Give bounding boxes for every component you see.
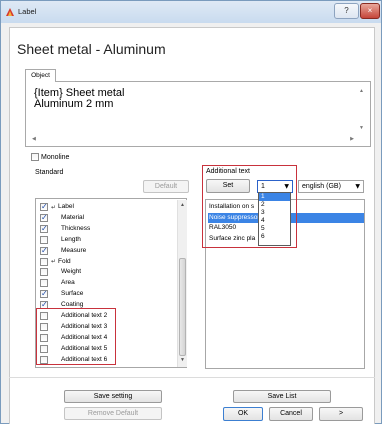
object-text-box[interactable]: {Item} Sheet metal Aluminum 2 mm ▲ ▼ ◀ ▶ <box>25 81 371 147</box>
monoline-label: Monoline <box>41 153 70 161</box>
cancel-button[interactable]: Cancel <box>269 407 313 421</box>
standard-item-label: Measure <box>61 246 87 254</box>
standard-item[interactable]: ↵ Fold <box>40 257 71 267</box>
app-icon <box>6 8 14 16</box>
line-break-icon: ↵ <box>51 203 57 211</box>
tab-object[interactable]: Object <box>25 69 56 82</box>
title-bar[interactable]: Label ? × <box>1 1 381 23</box>
standard-item-label: Area <box>61 279 75 287</box>
item-checkbox[interactable] <box>40 224 48 234</box>
item-checkbox[interactable] <box>40 289 48 299</box>
annotation-box-additional-texts <box>36 308 116 365</box>
standard-item[interactable]: Thickness <box>40 224 90 234</box>
scroll-right-icon[interactable]: ▶ <box>350 136 354 142</box>
close-button[interactable]: × <box>360 3 380 19</box>
label-dialog: Label ? × Sheet metal - Aluminum Object … <box>0 0 382 424</box>
window-title: Label <box>18 7 37 16</box>
text-number-dropdown[interactable]: 123456 <box>258 192 291 246</box>
standard-item[interactable]: Surface <box>40 289 83 299</box>
dropdown-option[interactable]: 2 <box>259 201 290 209</box>
standard-item[interactable]: Length <box>40 235 81 245</box>
scroll-up-icon[interactable]: ▲ <box>180 202 185 208</box>
standard-item-label: Thickness <box>61 224 91 232</box>
dropdown-option[interactable]: 3 <box>259 209 290 217</box>
object-text[interactable]: {Item} Sheet metal Aluminum 2 mm <box>34 88 125 110</box>
horizontal-scrollbar[interactable]: ◀ ▶ <box>32 136 354 144</box>
language-value: english (GB) <box>302 183 341 190</box>
remove-default-button[interactable]: Remove Default <box>64 407 162 420</box>
dropdown-option[interactable]: 5 <box>259 225 290 233</box>
standard-item-label: Fold <box>58 257 71 265</box>
standard-item-label: Label <box>58 203 74 210</box>
standard-item[interactable]: ↵Label <box>40 202 74 212</box>
item-checkbox[interactable] <box>40 257 48 266</box>
item-checkbox[interactable] <box>40 246 48 256</box>
standard-list-scrollbar[interactable]: ▲ ▼ <box>177 200 187 367</box>
scroll-left-icon[interactable]: ◀ <box>32 136 36 142</box>
chevron-down-icon: ▼ <box>355 183 360 190</box>
object-text-line2: Aluminum 2 mm <box>34 98 114 110</box>
default-button[interactable]: Default <box>143 180 189 193</box>
monoline-checkbox[interactable] <box>31 153 39 161</box>
item-checkbox[interactable] <box>40 202 48 212</box>
ok-button[interactable]: OK <box>223 407 263 421</box>
help-button[interactable]: ? <box>334 3 359 19</box>
scroll-down-icon[interactable]: ▼ <box>359 125 364 131</box>
save-list-button[interactable]: Save List <box>233 390 331 403</box>
standard-item[interactable]: Material <box>40 213 84 223</box>
item-checkbox[interactable] <box>40 279 48 288</box>
standard-item[interactable]: Measure <box>40 246 86 256</box>
language-select[interactable]: english (GB) ▼ <box>298 180 364 193</box>
standard-label: Standard <box>35 169 64 176</box>
standard-item[interactable]: Weight <box>40 267 81 277</box>
page-title: Sheet metal - Aluminum <box>17 41 166 57</box>
standard-item-label: Surface <box>61 290 84 298</box>
next-button[interactable]: > <box>319 407 363 421</box>
item-checkbox[interactable] <box>40 213 48 223</box>
dropdown-option[interactable]: 6 <box>259 233 290 241</box>
monoline-option[interactable]: Monoline <box>31 153 69 161</box>
scroll-up-icon[interactable]: ▲ <box>359 88 364 94</box>
line-break-icon: ↵ <box>51 258 57 266</box>
standard-item-label: Weight <box>61 268 82 276</box>
scroll-down-icon[interactable]: ▼ <box>180 357 185 363</box>
item-checkbox[interactable] <box>40 235 48 244</box>
save-setting-button[interactable]: Save setting <box>64 390 162 403</box>
standard-item-label: Length <box>61 235 81 243</box>
dropdown-option[interactable]: 1 <box>259 193 290 201</box>
divider <box>9 377 375 378</box>
standard-item[interactable]: Area <box>40 278 75 288</box>
dropdown-option[interactable]: 4 <box>259 217 290 225</box>
item-checkbox[interactable] <box>40 268 48 277</box>
standard-item-label: Material <box>61 213 85 221</box>
scroll-thumb[interactable] <box>179 258 186 356</box>
